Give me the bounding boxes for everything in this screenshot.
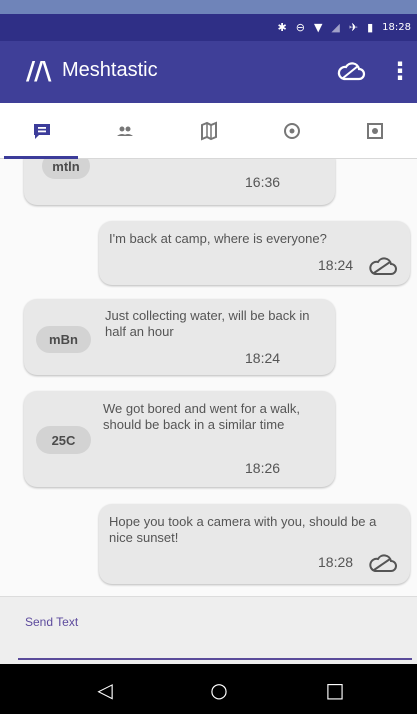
window-top-strip (0, 0, 417, 14)
cloud-icon (369, 554, 397, 572)
app-bar: //\ Meshtastic ⋮ (0, 41, 417, 103)
tab-map[interactable] (167, 103, 250, 158)
more-vert-icon[interactable]: ⋮ (386, 54, 414, 88)
tab-settings[interactable] (334, 103, 417, 158)
cloud-sync-button[interactable] (333, 57, 369, 87)
tab-bar (0, 103, 417, 159)
tab-messages[interactable] (0, 103, 83, 159)
chat-icon (33, 123, 50, 139)
message-text: Just collecting water, will be back in h… (105, 308, 310, 339)
phone-screen: ✱ ⊖ ▼ ◢ ✈ ▮ 18:28 //\ Meshtastic ⋮ mtln … (0, 0, 417, 714)
message-time: 18:26 (245, 460, 281, 476)
bluetooth-icon: ✱ (277, 21, 287, 34)
airplane-icon: ✈ (348, 21, 359, 34)
status-bar: ✱ ⊖ ▼ ◢ ✈ ▮ 18:28 (0, 14, 417, 41)
message-text: Hope you took a camera with you, should … (109, 514, 377, 545)
send-text-field[interactable]: Send Text (25, 615, 78, 629)
sender-avatar: mBn (36, 326, 91, 353)
message-bubble: I'm back at camp, where is everyone? 18:… (99, 221, 410, 285)
message-time: 18:28 (318, 554, 354, 570)
message-text: I'm back at camp, where is everyone? (109, 231, 327, 246)
message-time: 18:24 (318, 257, 354, 273)
message-bubble: Hope you took a camera with you, should … (99, 504, 410, 584)
back-button[interactable]: ◁ (84, 674, 126, 706)
recents-button[interactable]: □ (314, 674, 356, 706)
home-button[interactable]: ○ (198, 674, 240, 706)
people-icon (117, 126, 134, 136)
sender-avatar: 25C (36, 426, 91, 454)
recents-icon: □ (325, 678, 345, 702)
tab-channel[interactable] (250, 103, 333, 158)
message-time: 18:24 (245, 350, 281, 366)
settings-icon (367, 122, 384, 139)
map-icon (200, 121, 217, 140)
android-nav-bar: ◁ ○ □ (0, 664, 417, 714)
tab-nodes[interactable] (83, 103, 166, 158)
radio-icon (283, 122, 300, 139)
message-bubble: mBn Just collecting water, will be back … (24, 299, 335, 375)
message-time: 16:36 (245, 174, 281, 190)
input-underline (18, 658, 412, 660)
back-icon: ◁ (97, 678, 113, 702)
message-bubble: 25C We got bored and went for a walk, sh… (24, 391, 335, 487)
app-title: Meshtastic (62, 59, 158, 81)
message-bubble: mtln 16:36 (24, 159, 335, 205)
signal-icon: ◢ (331, 21, 340, 34)
message-text: We got bored and went for a walk, should… (103, 401, 301, 432)
do-not-disturb-icon: ⊖ (295, 21, 305, 34)
cloud-icon (337, 62, 366, 81)
home-icon: ○ (210, 678, 228, 702)
wifi-icon: ▼ (313, 21, 323, 34)
battery-icon: ▮ (367, 21, 374, 34)
message-list[interactable]: mtln 16:36 I'm back at camp, where is ev… (0, 159, 417, 596)
cloud-icon (369, 257, 397, 275)
meshtastic-logo: //\ (26, 56, 51, 85)
sender-avatar: mtln (42, 159, 90, 179)
status-time: 18:28 (382, 21, 411, 33)
message-composer[interactable]: Send Text (0, 596, 417, 664)
